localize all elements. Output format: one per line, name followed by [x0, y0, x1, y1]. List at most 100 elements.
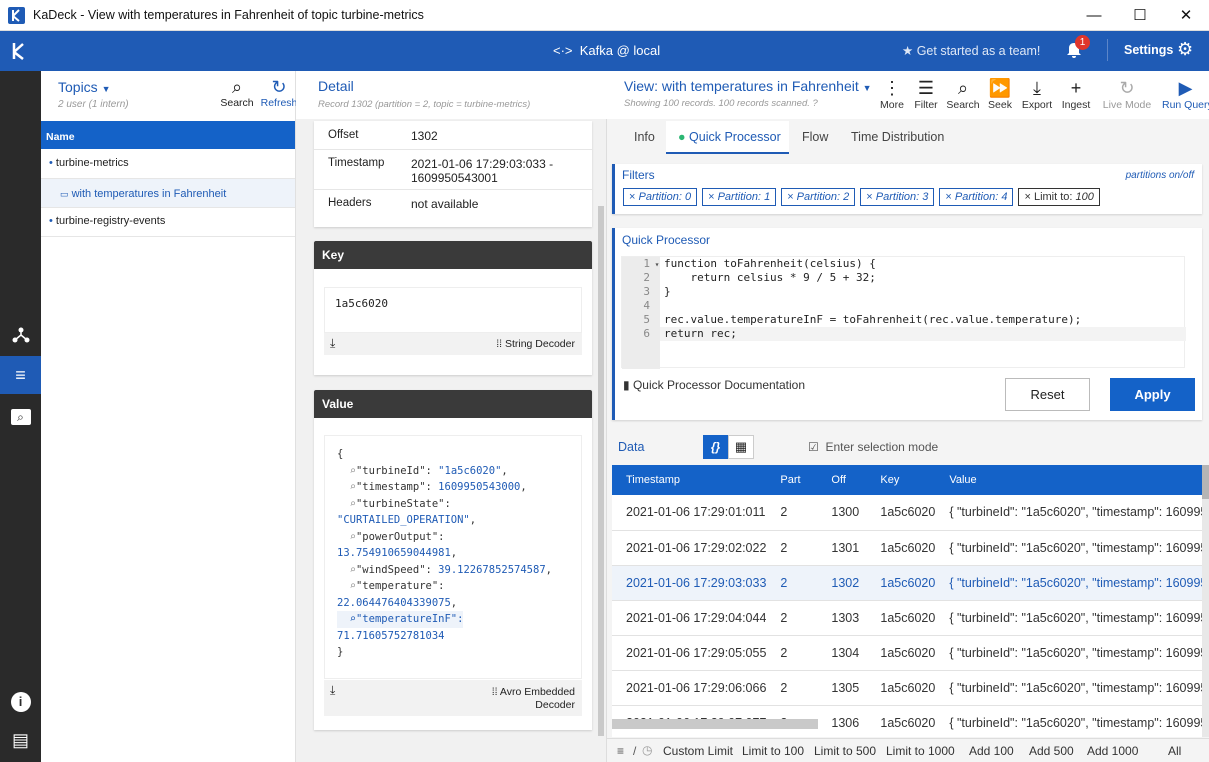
- export-button[interactable]: ⤓ Export: [1018, 77, 1056, 111]
- menu-icon[interactable]: ≡: [617, 744, 624, 758]
- topics-refresh-button[interactable]: ↻ Refresh: [259, 77, 299, 109]
- ingest-button[interactable]: + Ingest: [1058, 77, 1094, 111]
- tab-time-distribution[interactable]: Time Distribution: [851, 130, 944, 144]
- add-1000-button[interactable]: Add 1000: [1087, 744, 1138, 758]
- run-query-button[interactable]: ▶ Run Query: [1162, 77, 1209, 111]
- selection-mode-toggle[interactable]: ☑ Enter selection mode: [808, 440, 938, 454]
- cluster-icon[interactable]: [0, 316, 41, 354]
- remove-icon[interactable]: ×: [945, 191, 954, 203]
- download-icon[interactable]: ⤓: [330, 683, 335, 698]
- remove-icon[interactable]: ×: [787, 191, 796, 203]
- cell-part: 2: [766, 670, 818, 706]
- minimize-button[interactable]: —: [1071, 0, 1117, 31]
- json-key: "timestamp":: [355, 481, 432, 493]
- remove-icon[interactable]: ×: [708, 191, 717, 203]
- json-view-toggle[interactable]: {}: [703, 435, 728, 459]
- table-row[interactable]: 2021-01-06 17:29:03:033 2 1302 1a5c6020{ "t…: [612, 565, 1202, 601]
- vertical-scrollbar-thumb[interactable]: [1202, 465, 1209, 499]
- get-started-link[interactable]: ★ Get started as a team!: [902, 43, 1040, 58]
- add-100-button[interactable]: Add 100: [969, 744, 1014, 758]
- topic-item-registry-events[interactable]: • turbine-registry-events: [41, 208, 295, 237]
- more-button[interactable]: ⋮ More: [876, 77, 908, 111]
- value-decoder-button[interactable]: ⁞⁞ Avro Embedded Decoder: [492, 686, 575, 712]
- detail-header: Detail Record 1302 (partition = 2, topic…: [296, 71, 607, 119]
- connection-switcher[interactable]: <·> Kafka @ local: [553, 43, 660, 58]
- column-value[interactable]: Value: [935, 465, 1202, 495]
- live-mode-button[interactable]: ↻ Live Mode: [1100, 77, 1154, 111]
- tab-flow[interactable]: Flow: [802, 130, 828, 144]
- maximize-button[interactable]: ☐: [1117, 0, 1163, 31]
- table-view-toggle[interactable]: ▦: [728, 435, 754, 459]
- column-part[interactable]: Part: [766, 465, 818, 495]
- table-row[interactable]: 2021-01-06 17:29:05:055 2 1304 1a5c6020{ "t…: [612, 635, 1202, 671]
- info-icon[interactable]: i: [0, 681, 41, 719]
- partitions-toggle-link[interactable]: partitions on/off: [1126, 170, 1194, 181]
- view-dropdown[interactable]: View: with temperatures in Fahrenheit ▼: [624, 78, 872, 94]
- clock-icon[interactable]: ◷: [642, 743, 652, 757]
- topics-search-button[interactable]: ⌕ Search: [219, 77, 255, 109]
- table-row[interactable]: 2021-01-06 17:29:04:044 2 1303 1a5c6020{ "t…: [612, 600, 1202, 636]
- chevron-down-icon: ▼: [101, 84, 111, 94]
- code-editor[interactable]: 1 ▾ function toFahrenheit(celsius) { 2 ret…: [621, 256, 1186, 369]
- column-off[interactable]: Off: [817, 465, 867, 495]
- settings-label[interactable]: Settings: [1124, 43, 1173, 57]
- bullet-icon: •: [49, 215, 53, 227]
- limit-100-button[interactable]: Limit to 100: [742, 744, 804, 758]
- topics-column-header[interactable]: Name: [41, 121, 295, 149]
- apply-button[interactable]: Apply: [1110, 378, 1195, 411]
- topics-list-icon[interactable]: ≡: [0, 356, 41, 394]
- chip-value: 100: [1075, 191, 1094, 203]
- topics-dropdown[interactable]: Topics ▼: [58, 79, 111, 95]
- cell-part: 2: [766, 495, 818, 531]
- filter-chip-partition-4[interactable]: × Partition: 4: [939, 188, 1014, 206]
- column-key[interactable]: Key: [866, 465, 936, 495]
- records-summary: Showing 100 records. 100 records scanned…: [624, 98, 810, 109]
- reset-button[interactable]: Reset: [1005, 378, 1090, 411]
- documentation-link[interactable]: ▮ Quick Processor Documentation: [623, 378, 805, 392]
- table-row[interactable]: 2021-01-06 17:29:06:066 2 1305 1a5c6020{ "t…: [612, 670, 1202, 706]
- search-button[interactable]: ⌕ Search: [945, 77, 981, 111]
- help-icon[interactable]: ?: [813, 98, 818, 109]
- filter-chip-limit[interactable]: × Limit to: 100: [1018, 188, 1100, 206]
- limit-1000-button[interactable]: Limit to 1000: [886, 744, 955, 758]
- table-row[interactable]: 2021-01-06 17:29:01:011 2 1300 1a5c6020{ "t…: [612, 495, 1202, 531]
- notifications-button[interactable]: 1: [1066, 35, 1090, 62]
- seek-button[interactable]: ⏩ Seek: [985, 77, 1015, 111]
- filter-chip-partition-0[interactable]: × Partition: 0: [623, 188, 698, 206]
- add-500-button[interactable]: Add 500: [1029, 744, 1074, 758]
- filter-button[interactable]: ☰ Filter: [910, 77, 942, 111]
- code-line: return celsius * 9 / 5 + 32;: [664, 271, 876, 284]
- custom-limit-button[interactable]: Custom Limit: [663, 744, 733, 758]
- column-timestamp[interactable]: Timestamp: [612, 465, 767, 495]
- chat-icon[interactable]: ▤: [0, 721, 41, 759]
- close-window-button[interactable]: ✕: [1163, 0, 1209, 31]
- all-button[interactable]: All: [1168, 744, 1181, 758]
- search-icon: ⌕: [957, 78, 969, 98]
- remove-icon[interactable]: ×: [866, 191, 875, 203]
- remove-icon[interactable]: ×: [1024, 191, 1033, 203]
- value-decoder-label: Avro Embedded: [499, 686, 575, 698]
- filter-chip-partition-2[interactable]: × Partition: 2: [781, 188, 856, 206]
- limit-500-button[interactable]: Limit to 500: [814, 744, 876, 758]
- divider: [314, 149, 592, 150]
- kadeck-app-icon[interactable]: [10, 41, 30, 64]
- filter-chip-partition-1[interactable]: × Partition: 1: [702, 188, 777, 206]
- gear-icon[interactable]: ⚙: [1177, 39, 1193, 60]
- download-icon[interactable]: ⤓: [330, 336, 335, 351]
- search-panel-icon[interactable]: ⌕: [0, 396, 41, 434]
- cell-timestamp: 2021-01-06 17:29:02:022: [612, 530, 767, 566]
- metadata-card: Offset 1302 Timestamp 2021-01-06 17:29:0…: [314, 121, 592, 227]
- detail-scrollbar[interactable]: [598, 206, 604, 736]
- table-row[interactable]: 2021-01-06 17:29:02:022 2 1301 1a5c6020{ "t…: [612, 530, 1202, 566]
- filter-chip-partition-3[interactable]: × Partition: 3: [860, 188, 935, 206]
- vertical-scrollbar-track[interactable]: [1202, 465, 1209, 737]
- chip-value: 2: [843, 191, 850, 203]
- view-item-fahrenheit[interactable]: ▭ with temperatures in Fahrenheit: [41, 179, 295, 208]
- horizontal-scrollbar[interactable]: [612, 719, 818, 729]
- fast-forward-icon: ⏩: [988, 78, 1012, 98]
- cell-part: 2: [766, 600, 818, 636]
- tab-info[interactable]: Info: [634, 130, 655, 144]
- topic-item-turbine-metrics[interactable]: • turbine-metrics: [41, 149, 295, 179]
- tab-quick-processor[interactable]: ● Quick Processor: [666, 121, 789, 154]
- key-decoder-button[interactable]: ⁞⁞ String Decoder: [496, 338, 575, 350]
